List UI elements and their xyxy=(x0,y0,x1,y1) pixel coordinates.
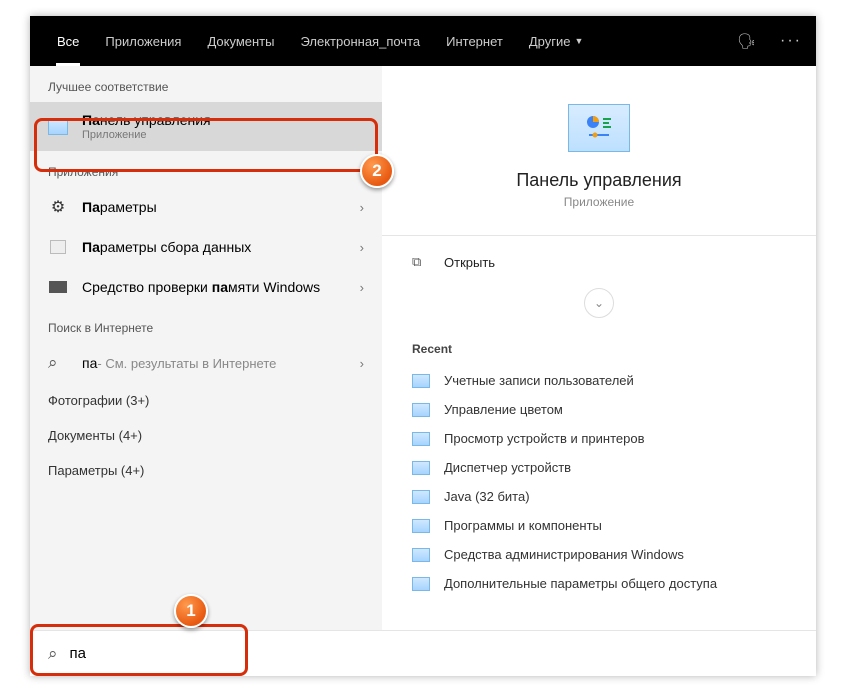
recent-item[interactable]: Java (32 бита) xyxy=(382,482,816,511)
app-result-settings[interactable]: ⚙ Параметры › xyxy=(30,187,382,227)
chevron-right-icon: › xyxy=(360,200,364,215)
category-documents[interactable]: Документы (4+) xyxy=(30,418,382,453)
apps-header: Приложения xyxy=(30,151,382,187)
web-search-header: Поиск в Интернете xyxy=(30,307,382,343)
tab-documents[interactable]: Документы xyxy=(194,16,287,66)
recent-item[interactable]: Диспетчер устройств xyxy=(382,453,816,482)
panel-item-icon xyxy=(412,461,430,475)
gear-icon: ⚙ xyxy=(48,197,68,217)
best-match-subtitle: Приложение xyxy=(82,129,364,141)
panel-item-icon xyxy=(412,490,430,504)
control-panel-icon xyxy=(48,117,68,137)
chip-icon xyxy=(48,277,68,297)
chevron-right-icon: › xyxy=(360,280,364,295)
app-result-data-collection[interactable]: Параметры сбора данных › xyxy=(30,227,382,267)
more-options-icon[interactable]: ··· xyxy=(780,32,802,50)
chevron-down-icon: ▼ xyxy=(574,36,583,46)
best-match-result[interactable]: Панель управления Приложение xyxy=(30,102,382,151)
results-panel: Лучшее соответствие Панель управления Пр… xyxy=(30,66,382,630)
web-search-result[interactable]: па - См. результаты в Интернете › xyxy=(30,343,382,383)
recent-item[interactable]: Учетные записи пользователей xyxy=(382,366,816,395)
category-settings[interactable]: Параметры (4+) xyxy=(30,453,382,488)
feedback-icon[interactable]: 🗣 xyxy=(737,32,756,50)
search-icon xyxy=(48,353,68,373)
open-icon: ⧉ xyxy=(412,254,430,270)
chevron-right-icon: › xyxy=(360,356,364,371)
expand-row: ⌄ xyxy=(382,288,816,332)
control-panel-large-icon xyxy=(568,104,630,152)
chevron-right-icon: › xyxy=(360,240,364,255)
search-bar[interactable] xyxy=(30,630,816,676)
preview-kind: Приложение xyxy=(382,195,816,209)
recent-item[interactable]: Средства администрирования Windows xyxy=(382,540,816,569)
expand-button[interactable]: ⌄ xyxy=(584,288,614,318)
panel-item-icon xyxy=(412,432,430,446)
panel-item-icon xyxy=(412,548,430,562)
tab-more[interactable]: Другие▼ xyxy=(516,16,597,66)
tab-internet[interactable]: Интернет xyxy=(433,16,516,66)
search-icon xyxy=(48,644,58,664)
preview-panel: Панель управления Приложение ⧉ Открыть ⌄… xyxy=(382,66,816,630)
tab-apps[interactable]: Приложения xyxy=(92,16,194,66)
tabs-bar: Все Приложения Документы Электронная_поч… xyxy=(30,16,816,66)
search-input[interactable] xyxy=(70,645,798,662)
document-icon xyxy=(48,237,68,257)
search-window: Все Приложения Документы Электронная_поч… xyxy=(30,16,816,676)
tab-all[interactable]: Все xyxy=(44,16,92,66)
preview-title: Панель управления xyxy=(382,170,816,191)
open-action[interactable]: ⧉ Открыть xyxy=(382,236,816,288)
best-match-header: Лучшее соответствие xyxy=(30,66,382,102)
recent-header: Recent xyxy=(382,332,816,366)
app-result-memory-check[interactable]: Средство проверки памяти Windows › xyxy=(30,267,382,307)
panel-item-icon xyxy=(412,577,430,591)
recent-item[interactable]: Управление цветом xyxy=(382,395,816,424)
recent-item[interactable]: Программы и компоненты xyxy=(382,511,816,540)
panel-item-icon xyxy=(412,374,430,388)
best-match-title: Панель управления xyxy=(82,112,364,128)
tab-email[interactable]: Электронная_почта xyxy=(287,16,433,66)
category-photos[interactable]: Фотографии (3+) xyxy=(30,383,382,418)
recent-item[interactable]: Просмотр устройств и принтеров xyxy=(382,424,816,453)
panel-item-icon xyxy=(412,403,430,417)
panel-item-icon xyxy=(412,519,430,533)
recent-item[interactable]: Дополнительные параметры общего доступа xyxy=(382,569,816,598)
